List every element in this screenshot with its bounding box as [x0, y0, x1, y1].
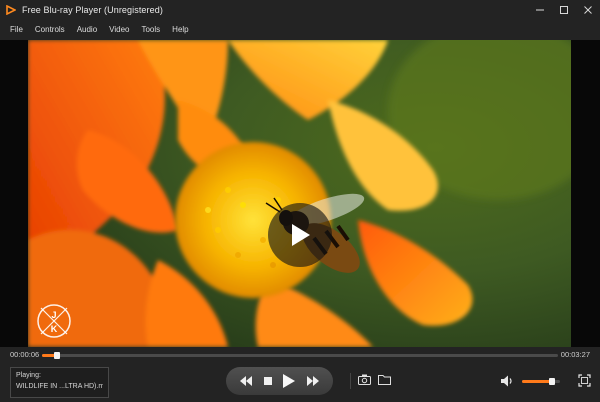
minimize-button[interactable] — [528, 0, 552, 20]
fast-forward-button[interactable] — [307, 367, 320, 395]
folder-icon — [377, 374, 391, 385]
volume-slider-handle[interactable] — [548, 378, 555, 385]
play-button[interactable] — [283, 367, 296, 395]
watermark-letter-k: K — [51, 324, 58, 334]
menu-bar: File Controls Audio Video Tools Help — [0, 20, 600, 40]
snapshot-button[interactable] — [357, 372, 371, 386]
control-bar: Playing: WILDLIFE IN ...LTRA HD).mp4 — [0, 363, 600, 402]
transport-controls — [226, 367, 333, 395]
minimize-icon — [536, 9, 544, 11]
menu-audio[interactable]: Audio — [71, 20, 103, 40]
menu-tools[interactable]: Tools — [135, 20, 166, 40]
stop-icon — [263, 377, 272, 385]
camera-icon — [357, 374, 371, 385]
fast-forward-icon — [307, 376, 320, 386]
channel-watermark-logo: J K — [37, 304, 71, 338]
total-time: 00:03:27 — [560, 350, 590, 359]
video-still-image — [28, 40, 571, 347]
current-time: 00:00:06 — [10, 350, 40, 359]
volume-slider[interactable] — [522, 378, 560, 385]
play-overlay-icon — [292, 224, 310, 246]
window-controls — [528, 0, 600, 20]
now-playing-label: Playing: — [16, 372, 41, 379]
menu-help[interactable]: Help — [166, 20, 194, 40]
stop-button[interactable] — [263, 367, 272, 395]
app-logo-icon — [2, 0, 20, 20]
volume-slider-fill — [522, 380, 552, 383]
close-icon — [584, 6, 592, 14]
play-icon — [283, 374, 296, 388]
window-title: Free Blu-ray Player (Unregistered) — [22, 5, 163, 15]
volume-icon[interactable] — [500, 374, 514, 388]
divider — [350, 373, 351, 389]
video-frame — [28, 40, 571, 347]
menu-video[interactable]: Video — [103, 20, 135, 40]
maximize-button[interactable] — [552, 0, 576, 20]
video-viewport[interactable]: J K — [0, 40, 600, 347]
now-playing-filename: WILDLIFE IN ...LTRA HD).mp4 — [16, 383, 103, 390]
fullscreen-icon[interactable] — [578, 374, 591, 387]
now-playing-panel: Playing: WILDLIFE IN ...LTRA HD).mp4 — [10, 367, 109, 398]
seek-bar-handle[interactable] — [54, 352, 61, 359]
watermark-letter-j: J — [51, 310, 56, 320]
title-bar: Free Blu-ray Player (Unregistered) — [0, 0, 600, 20]
seek-bar[interactable] — [42, 352, 558, 359]
close-button[interactable] — [576, 0, 600, 20]
menu-file[interactable]: File — [6, 20, 29, 40]
play-overlay-button[interactable] — [268, 203, 332, 267]
rewind-button[interactable] — [239, 367, 252, 395]
open-folder-button[interactable] — [377, 372, 391, 386]
menu-controls[interactable]: Controls — [29, 20, 71, 40]
seek-bar-row: 00:00:06 00:03:27 — [0, 347, 600, 363]
maximize-icon — [560, 6, 568, 14]
rewind-icon — [239, 376, 252, 386]
